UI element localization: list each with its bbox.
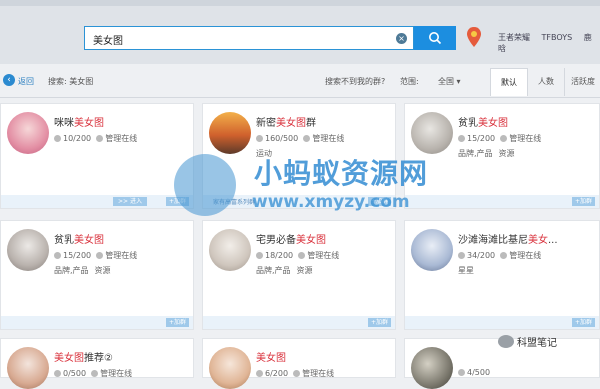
card-footer: +加群 <box>203 316 395 329</box>
search-input[interactable]: 美女图 × <box>84 26 414 50</box>
top-edge <box>0 0 600 6</box>
group-card[interactable]: 贫乳美女图 15/200 管理在线 品牌,产品 资源 +加群 <box>0 220 194 330</box>
join-button[interactable]: +加群 <box>165 318 189 327</box>
avatar <box>7 229 49 271</box>
group-card[interactable]: 贫乳美女图 15/200 管理在线 品牌,产品 资源 +加群 <box>404 103 600 209</box>
card-footer: 家有高富系列群 +加群 <box>203 195 395 208</box>
wechat-icon <box>498 335 514 348</box>
group-tags: 品牌,产品 资源 <box>458 149 515 158</box>
group-card[interactable]: 美女图推荐② 0/500 管理在线 <box>0 338 194 389</box>
join-button[interactable]: +加群 <box>571 318 595 327</box>
avatar <box>411 112 453 154</box>
enter-button[interactable]: >> 进入 <box>113 197 147 206</box>
tab-members[interactable]: 人数 <box>527 68 564 96</box>
avatar <box>209 347 251 389</box>
members-icon <box>256 370 263 377</box>
join-button[interactable]: +加群 <box>165 197 189 206</box>
admin-icon <box>500 252 508 259</box>
sort-tabs: 默认 人数 活跃度 <box>490 68 600 96</box>
range-select[interactable]: 全国 ▾ <box>438 76 461 87</box>
members-icon <box>256 135 263 142</box>
admin-icon <box>96 135 104 142</box>
members-icon <box>458 369 465 376</box>
group-title: 宅男必备美女图 <box>256 235 326 246</box>
back-link[interactable]: 返回 <box>18 76 34 87</box>
admin-icon <box>91 370 99 377</box>
range-value: 全国 <box>438 77 454 86</box>
group-tags: 运动 <box>256 149 272 158</box>
group-card[interactable]: 咪咪美女图 10/200 管理在线 >> 进入 +加群 <box>0 103 194 209</box>
group-meta: 0/500 管理在线 <box>54 368 132 379</box>
wechat-account: 科盟笔记 <box>517 338 557 349</box>
card-footer: >> 进入 +加群 <box>1 195 193 208</box>
series-label: 家有高富系列群 <box>213 199 256 206</box>
group-title: 沙滩海滩比基尼美女... <box>458 235 558 246</box>
admin-icon <box>96 252 104 259</box>
tab-default[interactable]: 默认 <box>490 68 527 96</box>
avatar <box>7 112 49 154</box>
group-card[interactable]: 新密美女图群 160/500 管理在线 运动 家有高富系列群 +加群 <box>202 103 396 209</box>
group-title: 美女图 <box>256 353 286 364</box>
group-card[interactable]: 美女图 6/200 管理在线 <box>202 338 396 389</box>
group-card[interactable]: 宅男必备美女图 18/200 管理在线 品牌,产品 资源 +加群 <box>202 220 396 330</box>
group-meta: 4/500 <box>458 368 490 377</box>
group-title: 美女图推荐② <box>54 353 113 364</box>
hot-link-1[interactable]: TFBOYS <box>542 33 573 42</box>
not-found-link[interactable]: 搜索不到我的群? <box>325 76 385 87</box>
search-icon <box>429 32 442 45</box>
card-footer: +加群 <box>1 316 193 329</box>
members-icon <box>458 252 465 259</box>
group-title: 贫乳美女图 <box>54 235 104 246</box>
breadcrumb: 搜索: 美女图 <box>48 77 94 86</box>
members-icon <box>54 370 61 377</box>
search-query: 美女图 <box>93 36 123 47</box>
join-button[interactable]: +加群 <box>367 197 391 206</box>
avatar <box>411 229 453 271</box>
group-card[interactable]: 沙滩海滩比基尼美女... 34/200 管理在线 星星 +加群 <box>404 220 600 330</box>
members-icon <box>256 252 263 259</box>
join-button[interactable]: +加群 <box>571 197 595 206</box>
location-pin-icon[interactable] <box>466 26 482 51</box>
group-meta: 15/200 管理在线 <box>458 133 541 144</box>
members-icon <box>458 135 465 142</box>
group-meta: 18/200 管理在线 <box>256 250 339 261</box>
chevron-down-icon: ▾ <box>456 77 461 86</box>
group-meta: 10/200 管理在线 <box>54 133 137 144</box>
avatar <box>209 229 251 271</box>
admin-icon <box>298 252 306 259</box>
card-footer: +加群 <box>405 195 599 208</box>
card-footer: +加群 <box>405 316 599 329</box>
admin-icon <box>293 370 301 377</box>
wechat-badge: 科盟笔记 <box>498 334 598 352</box>
group-tags: 品牌,产品 资源 <box>256 266 313 275</box>
members-icon <box>54 135 61 142</box>
range-label: 范围: <box>400 77 419 86</box>
admin-icon <box>500 135 508 142</box>
group-title: 贫乳美女图 <box>458 118 508 129</box>
clear-icon[interactable]: × <box>396 33 407 44</box>
search-button[interactable] <box>414 26 456 50</box>
avatar <box>7 347 49 389</box>
group-meta: 160/500 管理在线 <box>256 133 344 144</box>
avatar <box>209 112 251 154</box>
join-button[interactable]: +加群 <box>367 318 391 327</box>
hot-links: 王者荣耀 TFBOYS 鹿晗 <box>498 32 600 54</box>
avatar <box>411 347 453 389</box>
admin-icon <box>303 135 311 142</box>
group-meta: 34/200 管理在线 <box>458 250 541 261</box>
group-title: 新密美女图群 <box>256 118 316 129</box>
hot-link-0[interactable]: 王者荣耀 <box>498 33 530 42</box>
back-arrow-icon[interactable]: ‹ <box>3 74 15 86</box>
group-meta: 15/200 管理在线 <box>54 250 137 261</box>
tab-activity[interactable]: 活跃度 <box>564 68 600 96</box>
group-tags: 星星 <box>458 266 474 275</box>
group-tags: 品牌,产品 资源 <box>54 266 111 275</box>
members-icon <box>54 252 61 259</box>
group-title: 咪咪美女图 <box>54 118 104 129</box>
group-meta: 6/200 管理在线 <box>256 368 334 379</box>
